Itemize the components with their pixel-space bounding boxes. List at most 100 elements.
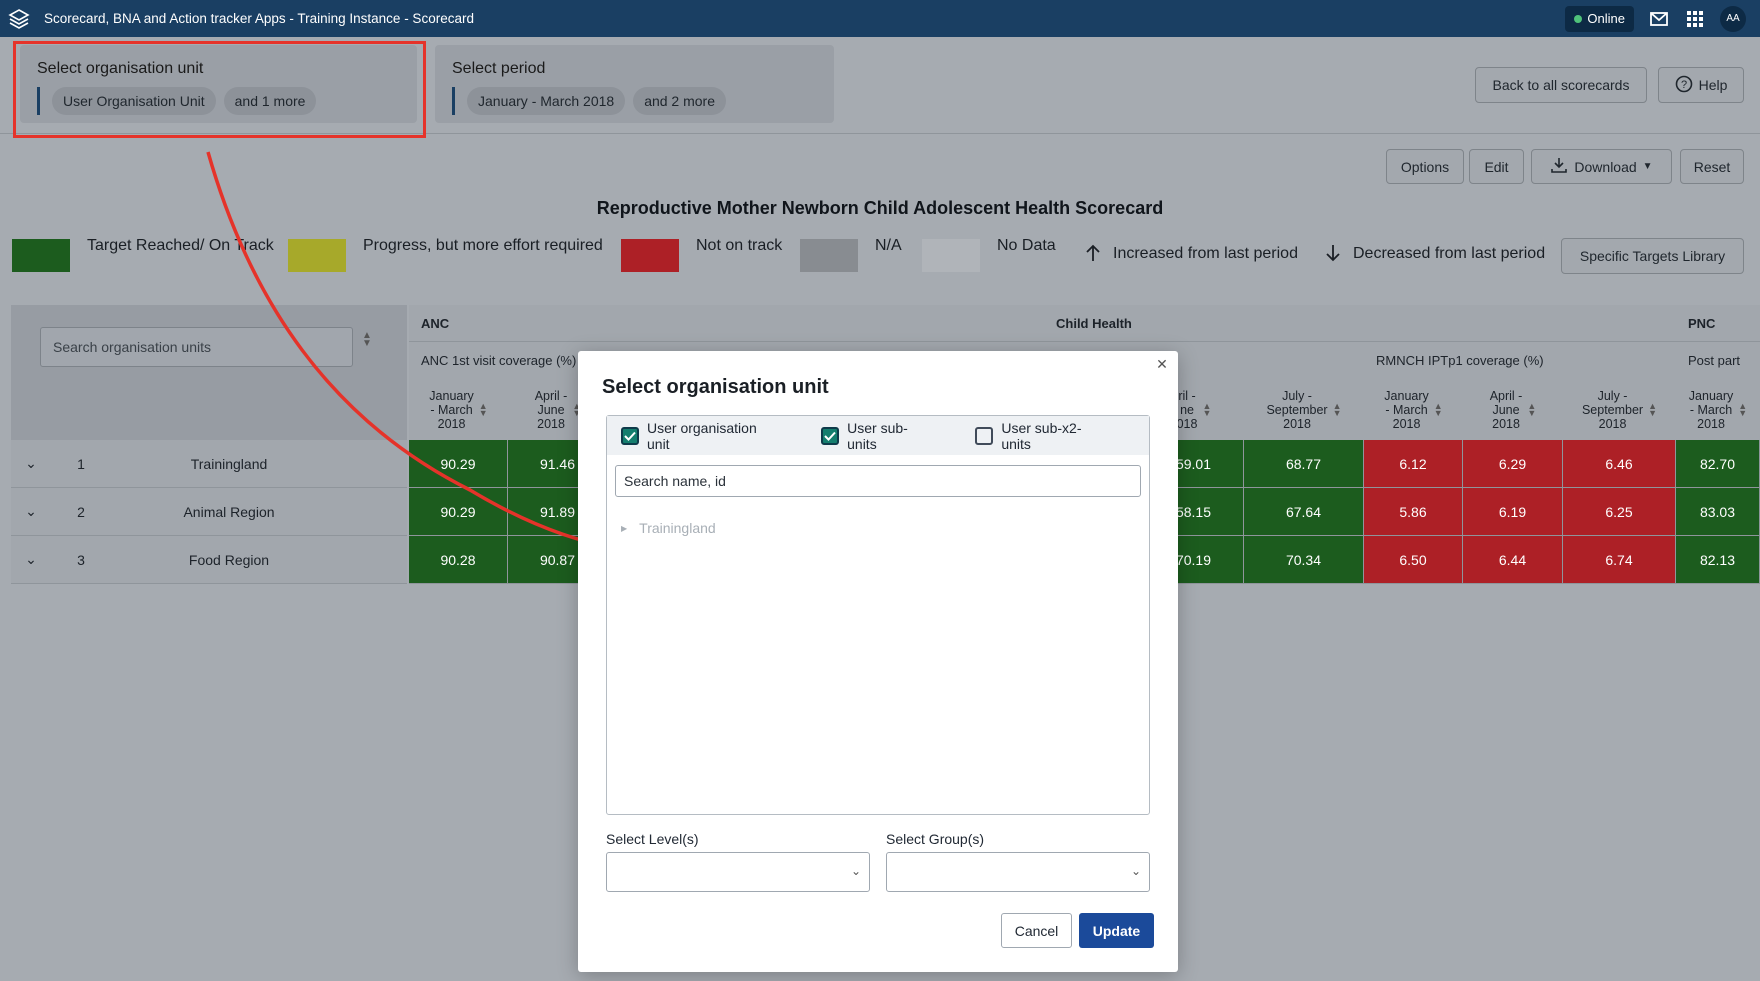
period-header-label: January - March 2018 bbox=[1688, 388, 1734, 431]
specific-targets-library-button[interactable]: Specific Targets Library bbox=[1561, 238, 1744, 274]
mail-icon[interactable] bbox=[1648, 8, 1670, 30]
user-org-unit-checkbox[interactable]: User organisation unit bbox=[621, 420, 783, 452]
row-org-name: Trainingland bbox=[190, 455, 268, 472]
user-unit-checkbox-row: User organisation unit User sub-units Us… bbox=[607, 416, 1149, 455]
user-avatar[interactable]: AA bbox=[1720, 5, 1746, 32]
period-header-label: April - June 2018 bbox=[534, 388, 568, 431]
period-header-label: January - March 2018 bbox=[429, 388, 474, 431]
app-logo-icon[interactable] bbox=[4, 4, 34, 34]
legend-increased-label: Increased from last period bbox=[1113, 245, 1298, 262]
chevron-down-icon[interactable]: ⌄ bbox=[11, 455, 51, 472]
score-cell[interactable]: 6.29 bbox=[1463, 440, 1563, 488]
score-cell[interactable]: 6.12 bbox=[1364, 440, 1463, 488]
sort-icon[interactable]: ▲ ▼ bbox=[362, 331, 372, 349]
legend-label-not-on-track: Not on track bbox=[696, 237, 783, 254]
score-cell[interactable]: 82.13 bbox=[1676, 536, 1760, 584]
period-header-cell[interactable]: April - June 2018 ▲ ▼ bbox=[1463, 379, 1563, 440]
row-org-name: Food Region bbox=[188, 551, 270, 568]
score-cell[interactable]: 5.86 bbox=[1364, 488, 1463, 536]
period-header-cell[interactable]: January - March 2018 ▲ ▼ bbox=[1676, 379, 1760, 440]
row-org-name: Animal Region bbox=[183, 503, 275, 520]
subheader-anc1: ANC 1st visit coverage (%) bbox=[421, 353, 577, 368]
legend-swatch-not-on-track bbox=[621, 239, 679, 272]
select-groups-dropdown[interactable]: ⌄ bbox=[886, 852, 1150, 892]
legend-label-progress: Progress, but more effort required bbox=[363, 237, 603, 254]
table-row[interactable]: ⌄ 2 Animal Region bbox=[11, 488, 407, 536]
tree-item-trainingland[interactable]: ▶ Trainingland bbox=[621, 520, 716, 536]
checkbox-checked-icon[interactable] bbox=[821, 426, 840, 445]
score-cell[interactable]: 82.70 bbox=[1676, 440, 1760, 488]
row-number: 3 bbox=[77, 551, 85, 568]
sort-icon[interactable]: ▲ ▼ bbox=[1527, 401, 1536, 417]
update-button[interactable]: Update bbox=[1079, 913, 1154, 948]
row-number: 1 bbox=[77, 455, 85, 472]
edit-button[interactable]: Edit bbox=[1469, 149, 1524, 184]
period-chip[interactable]: January - March 2018 bbox=[467, 87, 626, 115]
legend-swatch-on-track bbox=[12, 239, 70, 272]
score-cell[interactable]: 6.19 bbox=[1463, 488, 1563, 536]
score-cell[interactable]: 83.03 bbox=[1676, 488, 1760, 536]
legend-swatch-na bbox=[800, 239, 858, 272]
tree-item-label: Trainingland bbox=[639, 520, 716, 536]
period-header-label: April - June 2018 bbox=[1489, 388, 1523, 431]
sort-icon[interactable]: ▲ ▼ bbox=[1648, 401, 1657, 417]
score-cell[interactable]: 6.74 bbox=[1563, 536, 1676, 584]
search-name-id-input[interactable]: Search name, id bbox=[615, 465, 1141, 497]
period-header-cell[interactable]: July - September 2018 ▲ ▼ bbox=[1563, 379, 1676, 440]
checkbox-unchecked-icon[interactable] bbox=[975, 426, 994, 445]
period-header-label: July - September 2018 bbox=[1266, 388, 1328, 431]
user-sub-x2-units-checkbox[interactable]: User sub-x2-units bbox=[975, 420, 1111, 452]
sort-icon[interactable]: ▲ ▼ bbox=[1202, 401, 1211, 417]
score-cell[interactable]: 6.46 bbox=[1563, 440, 1676, 488]
period-header-cell[interactable]: July - September 2018 ▲ ▼ bbox=[1244, 379, 1364, 440]
user-sub-units-checkbox[interactable]: User sub-units bbox=[821, 420, 937, 452]
chevron-down-icon: ▼ bbox=[1642, 161, 1653, 172]
score-cell[interactable]: 6.25 bbox=[1563, 488, 1676, 536]
score-cell[interactable]: 67.64 bbox=[1244, 488, 1364, 536]
score-cell[interactable]: 90.28 bbox=[409, 536, 508, 584]
score-cell[interactable]: 90.29 bbox=[409, 488, 508, 536]
caret-right-icon[interactable]: ▶ bbox=[621, 524, 627, 533]
legend: Target Reached/ On Track Progress, but m… bbox=[0, 237, 1760, 273]
help-button[interactable]: ? Help bbox=[1658, 67, 1744, 103]
sort-icon[interactable]: ▲ ▼ bbox=[1738, 401, 1747, 417]
period-header-cell[interactable]: January - March 2018 ▲ ▼ bbox=[409, 379, 508, 440]
sort-icon[interactable]: ▲ ▼ bbox=[1333, 401, 1342, 417]
sort-icon[interactable]: ▲ ▼ bbox=[1434, 401, 1443, 417]
chevron-down-icon[interactable]: ⌄ bbox=[11, 551, 51, 568]
subheader-post-part-cell: Post part bbox=[1676, 341, 1760, 379]
cancel-button[interactable]: Cancel bbox=[1001, 913, 1072, 948]
chevron-down-icon: ⌄ bbox=[850, 864, 861, 878]
search-org-units-input[interactable]: Search organisation units bbox=[40, 327, 353, 367]
subheader-iptp1: RMNCH IPTp1 coverage (%) bbox=[1376, 352, 1544, 368]
score-cell[interactable]: 68.77 bbox=[1244, 440, 1364, 488]
checkbox-checked-icon[interactable] bbox=[621, 426, 639, 445]
score-cell[interactable]: 6.44 bbox=[1463, 536, 1563, 584]
table-row[interactable]: ⌄ 3 Food Region bbox=[11, 536, 407, 584]
reset-button[interactable]: Reset bbox=[1680, 149, 1744, 184]
score-cell[interactable]: 6.50 bbox=[1364, 536, 1463, 584]
period-header-cell[interactable]: January - March 2018 ▲ ▼ bbox=[1364, 379, 1463, 440]
select-levels-dropdown[interactable]: ⌄ bbox=[606, 852, 870, 892]
group-header-pnc: PNC bbox=[1676, 305, 1760, 341]
app-header: Scorecard, BNA and Action tracker Apps -… bbox=[0, 0, 1760, 37]
download-button[interactable]: Download ▼ bbox=[1531, 149, 1672, 184]
group-pnc-label: PNC bbox=[1688, 315, 1716, 331]
help-label: Help bbox=[1698, 77, 1728, 93]
period-more-chip[interactable]: and 2 more bbox=[633, 87, 727, 115]
checkbox-label: User organisation unit bbox=[647, 419, 757, 452]
checkbox-label: User sub-units bbox=[847, 419, 908, 452]
score-cell[interactable]: 90.29 bbox=[409, 440, 508, 488]
select-levels-label: Select Level(s) bbox=[606, 831, 699, 847]
period-header-label: July - September 2018 bbox=[1581, 388, 1644, 431]
score-cell[interactable]: 70.34 bbox=[1244, 536, 1364, 584]
chevron-down-icon[interactable]: ⌄ bbox=[11, 503, 51, 520]
table-row[interactable]: ⌄ 1 Trainingland bbox=[11, 440, 407, 488]
download-label: Download bbox=[1574, 158, 1637, 175]
back-to-scorecards-button[interactable]: Back to all scorecards bbox=[1475, 67, 1647, 103]
close-icon[interactable]: ✕ bbox=[1152, 354, 1172, 374]
sort-icon[interactable]: ▲ ▼ bbox=[479, 401, 488, 417]
period-selector[interactable]: Select period January - March 2018 and 2… bbox=[435, 45, 834, 123]
options-button[interactable]: Options bbox=[1386, 149, 1464, 184]
apps-grid-icon[interactable] bbox=[1684, 8, 1706, 30]
